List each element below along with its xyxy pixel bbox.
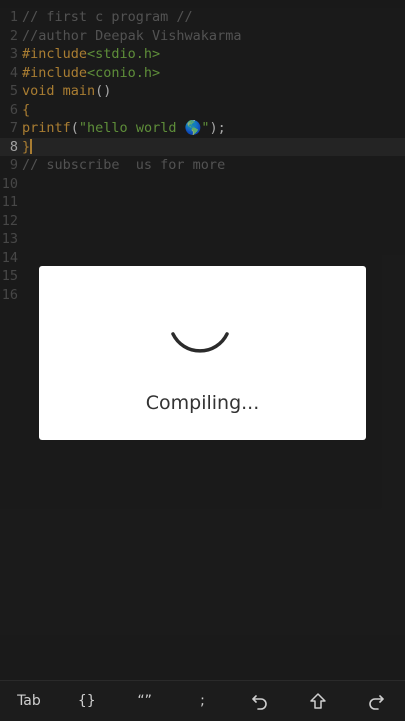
extra-keys-bar: Tab {} “” ; — [0, 680, 405, 721]
quotes-key[interactable]: “” — [122, 681, 167, 721]
shift-up-icon — [310, 693, 326, 709]
loading-spinner-icon — [171, 332, 229, 353]
tab-key[interactable]: Tab — [6, 681, 51, 721]
undo-button[interactable] — [238, 681, 283, 721]
compiling-message: Compiling... — [145, 392, 260, 414]
braces-key[interactable]: {} — [64, 681, 109, 721]
compiling-dialog: Compiling... — [39, 266, 366, 440]
undo-icon — [252, 695, 268, 710]
redo-icon — [369, 695, 384, 710]
shift-button[interactable] — [296, 681, 341, 721]
redo-button[interactable] — [353, 681, 398, 721]
semicolon-key[interactable]: ; — [180, 681, 225, 721]
